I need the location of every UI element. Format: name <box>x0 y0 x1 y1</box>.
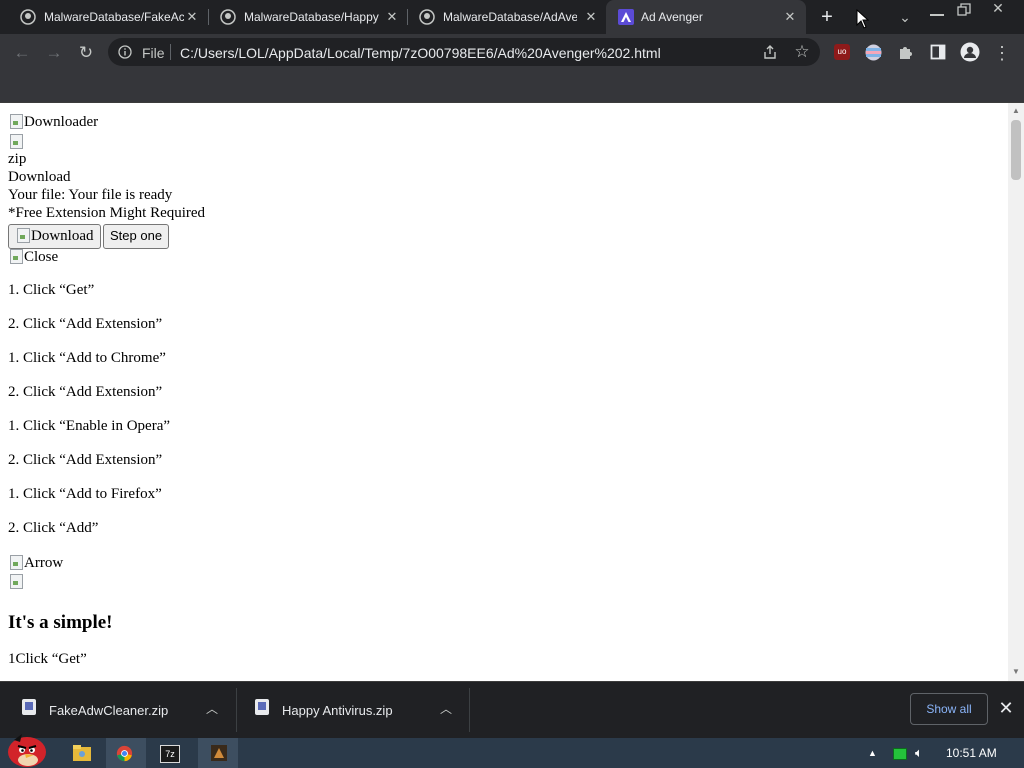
close-tab-icon[interactable]: ✕ <box>583 9 599 25</box>
step-text: 1. Click “Enable in Opera” <box>8 418 171 434</box>
simple-step-text: 1Click “Get” <box>8 651 87 667</box>
github-icon <box>20 9 36 25</box>
7zip-icon[interactable]: 7z <box>160 745 180 763</box>
scheme-label: File <box>142 45 165 61</box>
zip-file-icon <box>255 699 269 715</box>
chevron-up-icon[interactable]: ︿ <box>438 701 454 717</box>
profile-avatar-icon[interactable] <box>960 42 980 62</box>
step-text: 1. Click “Add to Chrome” <box>8 350 166 366</box>
mouse-cursor-icon <box>856 9 870 29</box>
step-text: 2. Click “Add Extension” <box>8 384 163 400</box>
restore-icon[interactable] <box>957 3 971 17</box>
close-tab-icon[interactable]: ✕ <box>184 9 200 25</box>
download-heading: Download <box>8 169 71 185</box>
show-all-button[interactable]: Show all <box>910 693 988 725</box>
file-explorer-icon[interactable] <box>72 744 92 762</box>
bookmarks-bar <box>0 72 1024 103</box>
broken-image-icon <box>8 113 24 129</box>
ublock-extension-icon[interactable]: uo <box>834 44 850 60</box>
taskbar-clock[interactable]: 10:51 AM <box>946 746 997 760</box>
close-downloads-icon[interactable]: ✕ <box>996 698 1016 718</box>
tab-title: MalwareDatabase/Happy <box>244 10 379 24</box>
broken-image-icon <box>8 573 24 589</box>
broken-image <box>8 133 24 151</box>
step-one-button[interactable]: Step one <box>103 224 170 249</box>
reload-icon[interactable]: ↻ <box>75 42 97 64</box>
side-panel-icon[interactable] <box>930 44 946 60</box>
download-filename: FakeAdwCleaner.zip <box>49 703 169 718</box>
tab-title: MalwareDatabase/AdAve <box>443 10 577 24</box>
extensions-puzzle-icon[interactable] <box>898 44 914 60</box>
simple-heading: It's a simple! <box>8 612 113 633</box>
page-content: Downloader zip Download Your file: Your … <box>0 103 1008 681</box>
downloader-image: Downloader <box>8 113 98 131</box>
tab-title: MalwareDatabase/FakeAc <box>44 10 184 24</box>
download-button[interactable]: Download <box>8 224 101 249</box>
start-button-angry-bird-icon[interactable] <box>4 730 50 768</box>
tray-overflow-icon[interactable]: ▲ <box>868 748 877 758</box>
new-tab-icon[interactable]: + <box>816 6 838 28</box>
arrow-image: Arrow <box>8 554 63 572</box>
tab-happy-antivirus[interactable]: MalwareDatabase/Happy ✕ <box>208 0 408 34</box>
tab-fakeadwcleaner[interactable]: MalwareDatabase/FakeAc ✕ <box>8 0 208 34</box>
url-text[interactable]: C:/Users/LOL/AppData/Local/Temp/7zO00798… <box>180 45 661 61</box>
extension-flag-icon[interactable] <box>865 44 882 61</box>
github-icon <box>419 9 435 25</box>
your-file-text: Your file: Your file is ready <box>8 187 173 203</box>
broken-image-icon <box>15 227 31 243</box>
omnibox-divider <box>170 44 171 60</box>
broken-image-icon <box>8 554 24 570</box>
step-text: 2. Click “Add Extension” <box>8 316 163 332</box>
tab-title: Ad Avenger <box>641 10 703 24</box>
ad-avenger-icon <box>618 9 634 25</box>
window-close-icon[interactable]: ✕ <box>990 0 1006 16</box>
scroll-down-arrow-icon[interactable]: ▼ <box>1011 667 1021 677</box>
broken-image <box>8 573 24 591</box>
download-separator <box>469 688 470 732</box>
scrollbar-track[interactable] <box>1008 103 1024 681</box>
share-icon[interactable] <box>762 44 778 60</box>
scroll-up-arrow-icon[interactable]: ▲ <box>1011 106 1021 116</box>
extension-note: *Free Extension Might Required <box>8 205 206 221</box>
download-item[interactable]: Happy Antivirus.zip ︿ <box>237 681 469 738</box>
download-filename: Happy Antivirus.zip <box>282 703 393 718</box>
tab-ad-avenger[interactable]: Ad Avenger ✕ <box>606 0 806 34</box>
step-text: 2. Click “Add” <box>8 520 99 536</box>
zip-file-icon <box>22 699 36 715</box>
forward-icon[interactable]: → <box>43 42 65 64</box>
step-text: 1. Click “Get” <box>8 282 95 298</box>
menu-kebab-icon[interactable]: ⋮ <box>991 42 1013 64</box>
scrollbar-thumb[interactable] <box>1011 120 1021 180</box>
close-tab-icon[interactable]: ✕ <box>782 9 798 25</box>
volume-icon[interactable]: 🔈︎ <box>915 745 923 761</box>
close-image[interactable]: Close <box>8 248 58 266</box>
minimize-icon[interactable] <box>930 14 944 16</box>
github-icon <box>220 9 236 25</box>
broken-image-icon <box>8 248 24 264</box>
chevron-up-icon[interactable]: ︿ <box>204 701 220 717</box>
bookmark-star-icon[interactable]: ☆ <box>791 41 813 63</box>
battery-icon[interactable] <box>893 748 907 760</box>
app-icon <box>211 745 227 761</box>
close-tab-icon[interactable]: ✕ <box>384 9 400 25</box>
tab-search-icon[interactable]: ⌄ <box>894 6 916 28</box>
back-icon[interactable]: ← <box>11 42 33 64</box>
step-text: 1. Click “Add to Firefox” <box>8 486 162 502</box>
tab-adavenger-repo[interactable]: MalwareDatabase/AdAve ✕ <box>407 0 607 34</box>
info-icon[interactable] <box>118 45 132 59</box>
chrome-icon <box>116 745 133 762</box>
broken-image-icon <box>8 133 24 149</box>
step-text: 2. Click “Add Extension” <box>8 452 163 468</box>
zip-label: zip <box>8 151 27 167</box>
